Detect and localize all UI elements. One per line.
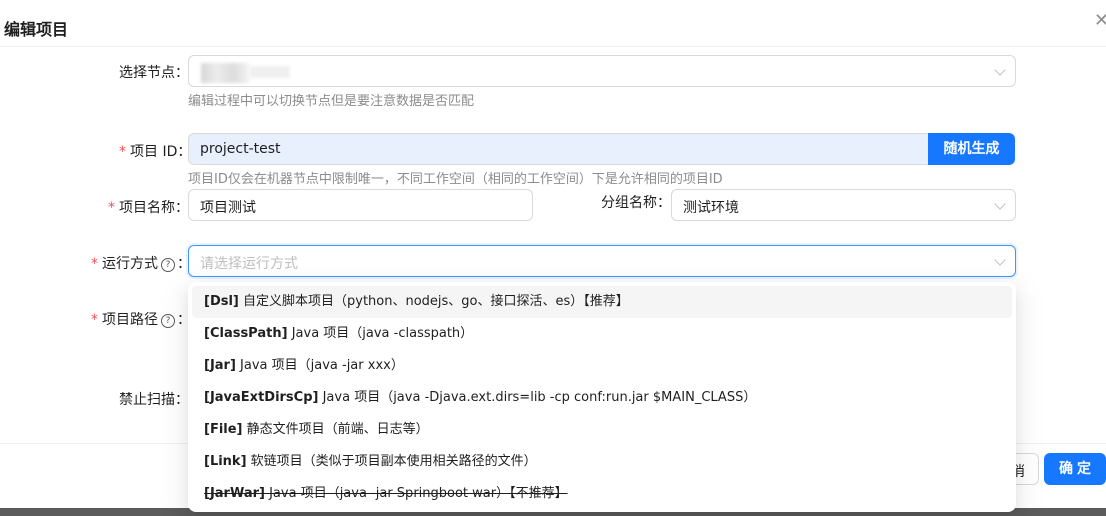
- node-label: 选择节点: [119, 65, 175, 81]
- group-name-label-row: 分组名称：: [601, 192, 671, 212]
- project-name-label-colon: ：: [175, 200, 189, 216]
- node-select[interactable]: [188, 55, 1016, 87]
- redacted-node-name: [201, 63, 249, 83]
- option-desc: 软链项目（类似于项目副本使用相关路径的文件）: [246, 454, 537, 469]
- option-key: [ClassPath]: [204, 326, 288, 341]
- option-desc: Java 项目（java -Djava.ext.dirs=lib -cp con…: [318, 390, 757, 405]
- group-name-value: 测试环境: [683, 200, 739, 216]
- option-key: [JarWar]: [204, 486, 265, 501]
- chevron-down-icon: [994, 254, 1006, 266]
- project-name-value: 项目测试: [200, 200, 256, 216]
- option-key: [File]: [204, 422, 243, 437]
- option-desc: Java 项目（java -jar xxx）: [235, 358, 404, 373]
- run-mode-option[interactable]: [Jar] Java 项目（java -jar xxx）: [192, 350, 1012, 382]
- modal-title: 编辑项目: [4, 20, 69, 39]
- group-name-label: 分组名称: [601, 195, 657, 211]
- node-label-colon: ：: [175, 65, 189, 81]
- disable-scan-label: 禁止扫描: [119, 392, 175, 408]
- option-desc: 自定义脚本项目（python、nodejs、go、接口探活、es）【推荐】: [238, 294, 629, 309]
- project-path-label-row: * 项目路径?：: [91, 309, 191, 329]
- project-id-label: 项目 ID: [130, 144, 178, 160]
- project-name-input[interactable]: 项目测试: [188, 189, 533, 221]
- option-desc: 静态文件项目（前端、日志等）: [242, 422, 429, 437]
- node-hint: 编辑过程中可以切换节点但是要注意数据是否匹配: [188, 94, 475, 109]
- disable-scan-label-row: 禁止扫描：: [119, 389, 189, 409]
- chevron-down-icon: [994, 198, 1006, 210]
- run-mode-option[interactable]: [ClassPath] Java 项目（java -classpath）: [192, 318, 1012, 350]
- redacted-node-name-tail: [250, 66, 290, 78]
- project-id-value: project-test: [200, 141, 281, 157]
- run-mode-option[interactable]: [Dsl] 自定义脚本项目（python、nodejs、go、接口探活、es）【…: [192, 286, 1012, 318]
- required-mark: *: [91, 256, 98, 272]
- project-id-label-row: * 项目 ID：: [119, 141, 191, 161]
- run-mode-label-row: * 运行方式?：: [91, 253, 191, 273]
- option-key: [JavaExtDirsCp]: [204, 390, 319, 405]
- required-mark: *: [119, 144, 126, 160]
- option-desc: Java 项目（java -jar Springboot war）【不推荐】: [264, 486, 568, 501]
- group-name-select[interactable]: 测试环境: [671, 189, 1016, 221]
- run-mode-label: 运行方式: [102, 256, 158, 272]
- node-label-row: 选择节点：: [119, 62, 189, 82]
- project-id-input[interactable]: project-test: [188, 133, 930, 165]
- confirm-button[interactable]: 确定: [1044, 453, 1106, 485]
- required-mark: *: [91, 312, 98, 328]
- project-name-label-row: * 项目名称：: [108, 197, 189, 217]
- run-mode-dropdown: [Dsl] 自定义脚本项目（python、nodejs、go、接口探活、es）【…: [188, 282, 1016, 512]
- run-mode-placeholder: 请选择运行方式: [200, 256, 298, 272]
- run-mode-option[interactable]: [JavaExtDirsCp] Java 项目（java -Djava.ext.…: [192, 382, 1012, 414]
- close-icon[interactable]: ✕: [1094, 12, 1106, 30]
- random-generate-button[interactable]: 随机生成: [928, 133, 1015, 165]
- option-desc: Java 项目（java -classpath）: [287, 326, 474, 341]
- header-divider: [0, 46, 1106, 47]
- group-name-label-colon: ：: [657, 195, 671, 211]
- option-key: [Jar]: [204, 358, 236, 373]
- option-key: [Link]: [204, 454, 247, 469]
- project-name-label: 项目名称: [119, 200, 175, 216]
- required-mark: *: [108, 200, 115, 216]
- run-mode-option[interactable]: [Link] 软链项目（类似于项目副本使用相关路径的文件）: [192, 446, 1012, 478]
- question-circle-icon[interactable]: ?: [161, 314, 175, 328]
- project-id-hint: 项目ID仅会在机器节点中限制唯一，不同工作空间（相同的工作空间）下是允许相同的项…: [188, 172, 723, 187]
- question-circle-icon[interactable]: ?: [161, 258, 175, 272]
- run-mode-select[interactable]: 请选择运行方式: [188, 245, 1016, 277]
- run-mode-option[interactable]: [File] 静态文件项目（前端、日志等）: [192, 414, 1012, 446]
- project-path-label: 项目路径: [102, 312, 158, 328]
- chevron-down-icon: [994, 64, 1006, 76]
- option-key: [Dsl]: [204, 294, 239, 309]
- run-mode-option[interactable]: [JarWar] Java 项目（java -jar Springboot wa…: [192, 478, 1012, 510]
- disable-scan-label-colon: ：: [175, 392, 189, 408]
